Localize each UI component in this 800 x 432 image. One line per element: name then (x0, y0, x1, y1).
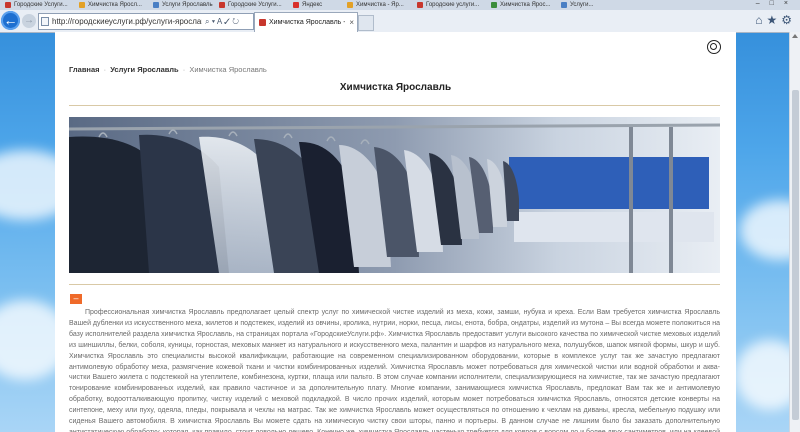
window-tab[interactable]: Городские Услуги... (4, 1, 84, 9)
page-favicon-icon (491, 2, 497, 8)
page-favicon-icon (347, 2, 353, 8)
window-tab-label: Химчистка Яросл... (88, 2, 142, 8)
window-controls[interactable]: ‒□× (756, 0, 798, 10)
scroll-up-icon[interactable] (792, 34, 798, 38)
breadcrumb-separator: · (103, 65, 107, 74)
window-tab[interactable]: Услуги Ярославль (152, 1, 224, 9)
address-url[interactable]: http://городскиеуслуги.рф/услуги-ярослав… (52, 14, 202, 29)
window-tab-label: Яндекс (302, 2, 323, 8)
title-divider (69, 105, 720, 106)
window-tab-label: Городские услуги... (426, 2, 480, 8)
address-controls[interactable]: ⌕ ▾ A ✓ ↻ (205, 14, 239, 29)
minus-icon: – (73, 293, 79, 303)
forward-arrow-icon: → (24, 15, 34, 26)
back-button[interactable]: ← (1, 11, 20, 30)
window-tab-label: Услуги... (570, 2, 594, 8)
window-tab[interactable]: Городские услуги... (416, 1, 496, 9)
article-body-text: Профессиональная химчистка Ярославль пре… (69, 309, 720, 432)
page-title: Химчистка Ярославль (339, 82, 452, 93)
active-tab-label: Химчистка Ярославль - Горо... (269, 19, 345, 26)
page-favicon-icon (153, 2, 159, 8)
window-tab[interactable]: Яндекс (292, 1, 352, 9)
breadcrumb: Главная · Услуги Ярославль · Химчистка Я… (69, 65, 267, 74)
window-tab-label: Химчистка Ярос... (500, 2, 551, 8)
active-browser-tab[interactable]: Химчистка Ярославль - Горо... × (254, 12, 358, 33)
page-content: Главная · Услуги Ярославль · Химчистка Я… (55, 32, 736, 432)
window-tab[interactable]: Химчистка - Яр... (346, 1, 422, 9)
breadcrumb-home-link[interactable]: Главная (69, 65, 100, 74)
window-tab-label: Услуги Ярославль (162, 2, 213, 8)
breadcrumb-current: Химчистка Ярославль (189, 65, 267, 74)
window-tab[interactable]: Услуги... (560, 1, 630, 9)
window-tab-label: Химчистка - Яр... (356, 2, 404, 8)
breadcrumb-separator: · (182, 65, 186, 74)
back-arrow-icon: ← (3, 12, 18, 28)
window-tab-label: Городские Услуги... (14, 2, 68, 8)
hero-image (69, 117, 720, 273)
scrollbar-thumb[interactable] (792, 90, 799, 420)
new-tab-button[interactable] (358, 15, 374, 31)
window-tab[interactable]: Городские Услуги... (218, 1, 298, 9)
image-divider (69, 284, 720, 285)
window-tab[interactable]: Химчистка Ярос... (490, 1, 566, 9)
page-icon (41, 17, 49, 26)
page-favicon-icon (5, 2, 11, 8)
page-favicon-icon (293, 2, 299, 8)
collapse-toggle-button[interactable]: – (70, 294, 82, 304)
page-favicon-icon (219, 2, 225, 8)
window-tab-label: Городские Услуги... (228, 2, 282, 8)
page-favicon-icon (259, 19, 266, 26)
address-bar[interactable]: http://городскиеуслуги.рф/услуги-ярослав… (38, 13, 254, 30)
close-tab-icon[interactable]: × (349, 13, 354, 33)
page-favicon-icon (417, 2, 423, 8)
browser-navigation-bar: ← → http://городскиеуслуги.рф/услуги-яро… (0, 10, 800, 33)
forward-button[interactable]: → (22, 14, 36, 28)
page-favicon-icon (561, 2, 567, 8)
breadcrumb-services-link[interactable]: Услуги Ярославль (110, 65, 178, 74)
browser-toolbar-icons[interactable]: ⌂★⚙ (755, 13, 796, 29)
window-tab[interactable]: Химчистка Яросл... (78, 1, 158, 9)
vertical-scrollbar[interactable] (789, 32, 800, 432)
search-icon[interactable] (707, 40, 721, 54)
page-favicon-icon (79, 2, 85, 8)
